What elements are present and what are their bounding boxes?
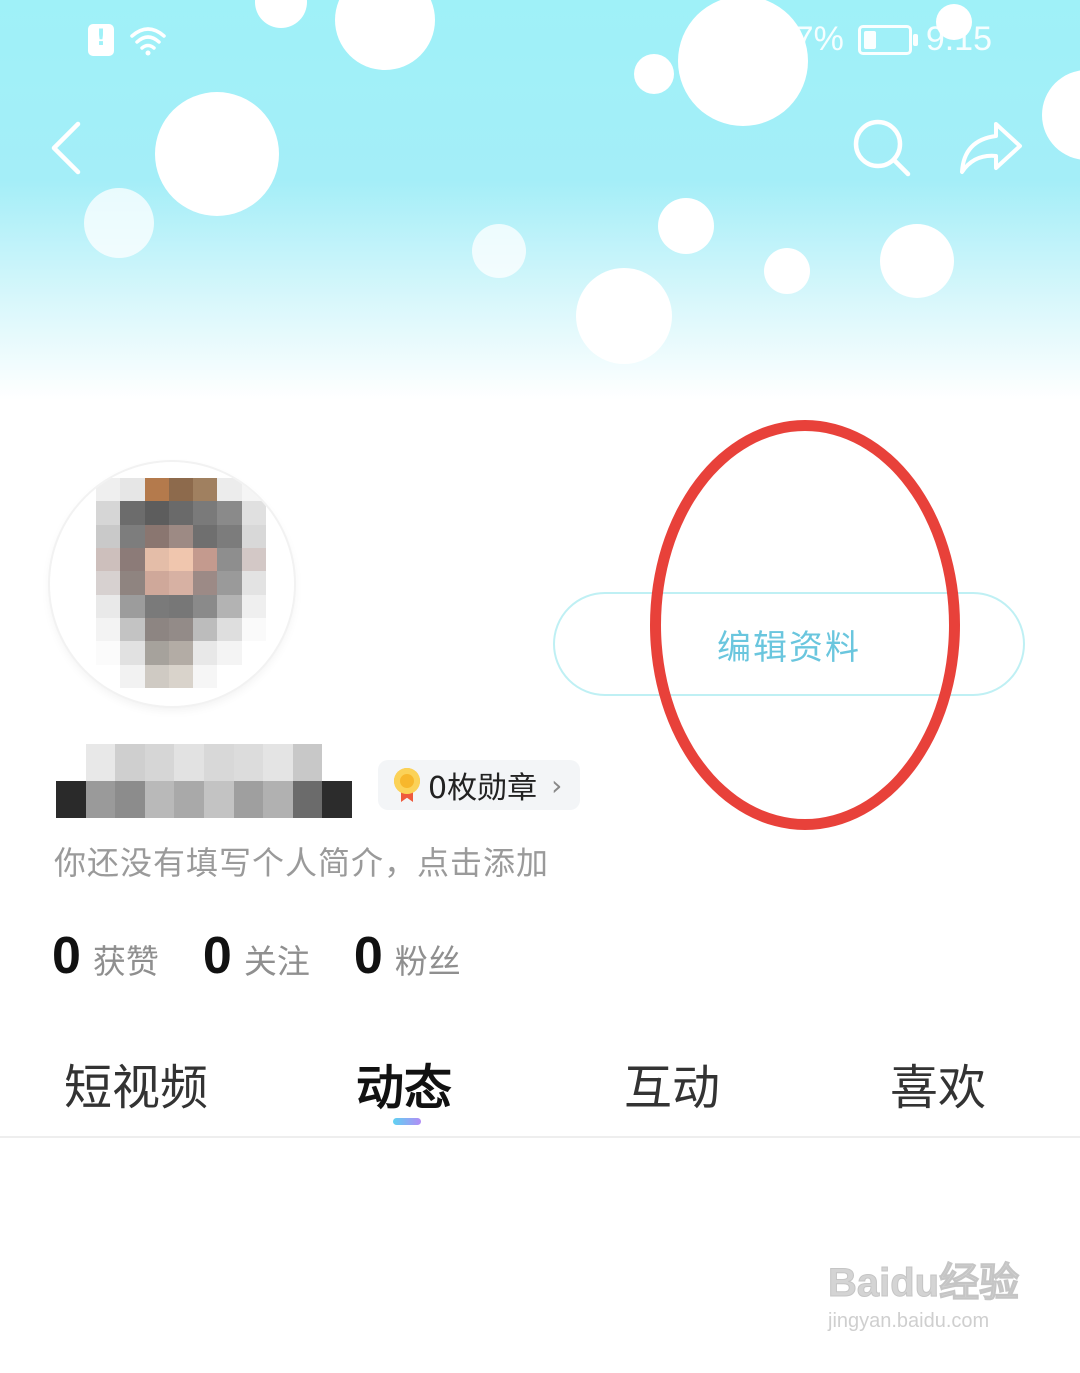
clock: 9:15 [925, 20, 992, 58]
search-icon [853, 119, 911, 177]
status-left [88, 24, 168, 56]
medal-icon [394, 768, 420, 802]
bubble-decoration [658, 198, 714, 254]
avatar-image-pixelated [96, 478, 266, 688]
battery-icon [857, 24, 918, 55]
tab-likes[interactable]: 喜欢 [890, 1048, 986, 1118]
bubble-decoration [472, 224, 526, 278]
sim-alert-icon [88, 24, 114, 56]
medal-badge-chip[interactable]: 0枚勋章 › [378, 760, 581, 810]
watermark-logo: Baidu经验 [828, 1261, 1020, 1306]
chevron-right-icon: › [551, 768, 563, 802]
stat-fans-value: 0 [353, 927, 383, 985]
active-tab-indicator [393, 1118, 421, 1125]
baidu-jingyan-watermark: Baidu经验 jingyan.baidu.com [828, 1250, 1028, 1333]
bubble-decoration [576, 268, 672, 364]
stat-following-value: 0 [202, 927, 232, 985]
bubble-decoration [880, 224, 954, 298]
back-arrow-icon [51, 121, 81, 175]
share-button[interactable] [950, 108, 1030, 188]
medal-count-label: 0枚勋章 [428, 771, 538, 806]
tab-interactions[interactable]: 互动 [624, 1048, 720, 1118]
wifi-icon [130, 27, 166, 56]
edit-profile-button[interactable]: 编辑资料 [553, 592, 1025, 696]
content-tabs: 短视频 动态 互动 喜欢 [0, 1040, 1080, 1138]
tab-short-videos[interactable]: 短视频 [64, 1048, 208, 1118]
battery-level [863, 30, 876, 49]
status-bar: 7% 9:15 [0, 0, 1080, 84]
share-icon [960, 122, 1022, 174]
avatar[interactable] [50, 462, 294, 706]
status-right: 7% 9:15 [795, 20, 992, 59]
search-button[interactable] [842, 108, 922, 188]
back-button[interactable] [26, 108, 106, 188]
stat-likes[interactable]: 0 获赞 [52, 926, 159, 986]
bubble-decoration [764, 248, 810, 294]
profile-stats: 0 获赞 0 关注 0 粉丝 [52, 926, 461, 986]
watermark-url: jingyan.baidu.com [828, 1310, 990, 1332]
stat-likes-label: 获赞 [92, 942, 159, 981]
tab-moments[interactable]: 动态 [356, 1048, 452, 1118]
stat-following-label: 关注 [243, 942, 310, 981]
top-navigation [0, 100, 1080, 200]
stat-likes-value: 0 [52, 927, 81, 985]
stat-following[interactable]: 0 关注 [203, 926, 310, 986]
bio-placeholder[interactable]: 你还没有填写个人简介，点击添加 [54, 838, 549, 884]
edit-profile-label: 编辑资料 [717, 627, 861, 668]
username-pixelated [56, 744, 352, 818]
battery-percent: 7% [794, 20, 844, 58]
stat-fans[interactable]: 0 粉丝 [354, 926, 461, 986]
stat-fans-label: 粉丝 [394, 942, 461, 981]
